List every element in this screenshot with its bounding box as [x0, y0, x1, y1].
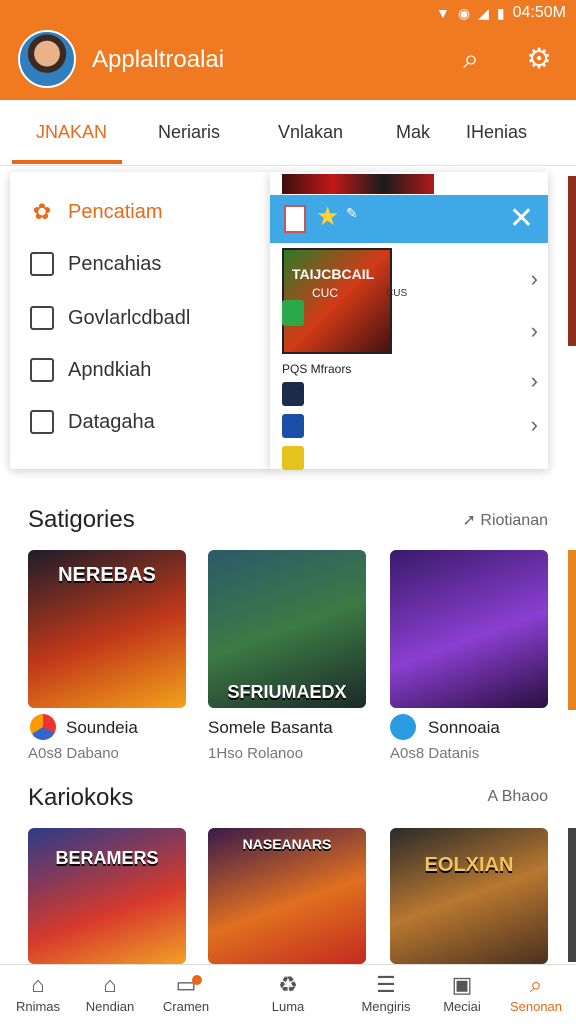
card-art-text: NEREBAS [58, 564, 156, 586]
status-bar: ▼ ◉ ◢ ▮ 04:50M [436, 4, 566, 22]
search-icon[interactable]: ⌕ [454, 42, 488, 76]
tab-1[interactable]: JNAKAN [36, 122, 107, 143]
lamp-button[interactable] [282, 446, 304, 470]
popup-header: ★ ✎ ✕ [270, 195, 548, 243]
recycle-icon: ♻ [278, 972, 298, 997]
active-tab-indicator [12, 160, 122, 164]
bag-icon: ▣ [451, 972, 473, 997]
see-more-link[interactable]: ➚ Riotianan [463, 510, 548, 530]
game-card[interactable] [390, 550, 548, 708]
wifi-icon: ▼ [436, 5, 450, 21]
menu-item[interactable]: Datagaha [30, 410, 155, 434]
game-button[interactable] [282, 300, 304, 326]
notification-badge [192, 975, 202, 985]
location-icon: ◉ [457, 4, 471, 21]
game-card[interactable]: EOLXIAN [390, 828, 548, 964]
publisher-icon [30, 714, 56, 740]
tab-4[interactable]: Mak [396, 122, 430, 143]
tab-2[interactable]: Neriaris [158, 122, 220, 143]
battery-icon: ▮ [496, 4, 505, 21]
chevron-right-icon[interactable]: › [531, 412, 538, 438]
menu-item[interactable]: Apndkiah [30, 358, 151, 382]
publisher-icon [390, 714, 416, 740]
arrow-icon: ➚ [462, 512, 481, 529]
peek-card[interactable] [568, 828, 576, 962]
game-card[interactable]: SFRIUMAEDX [208, 550, 366, 708]
tab-5[interactable]: IHenias [466, 122, 527, 143]
game-subtitle: A0s8 Dabano [28, 745, 119, 762]
game-tag: CUS [386, 288, 408, 299]
house-icon: ⌂ [103, 972, 117, 997]
figure-button[interactable] [282, 414, 304, 438]
menu-item-label: Datagaha [68, 410, 155, 433]
home-icon: ⌂ [31, 972, 45, 997]
app-bar: ▼ ◉ ◢ ▮ 04:50M Applaltroalai ⌕ ⚙ [0, 0, 576, 100]
game-card[interactable]: BERAMERS [28, 828, 186, 964]
search-icon: ⌕ [529, 972, 543, 997]
status-time: 04:50M [512, 4, 566, 21]
section-title: Kariokoks [28, 784, 134, 811]
tab-3[interactable]: Vnlakan [278, 122, 343, 143]
menu-item-label: Apndkiah [68, 358, 152, 381]
star-icon[interactable]: ★ [316, 201, 339, 232]
pin-icon[interactable]: ✎ [346, 205, 358, 222]
game-card[interactable]: NASEANARS [208, 828, 366, 964]
nav-item[interactable]: ♻ Luma [252, 971, 324, 1014]
game-art-subtitle: CUC [312, 286, 338, 300]
peek-card[interactable] [568, 176, 576, 346]
menu-item-label: Pencahias [68, 252, 162, 275]
menu-item-label: Govlarlcdbadl [68, 306, 191, 329]
chat-icon: ▭ [175, 972, 197, 997]
game-card[interactable]: NEREBAS [28, 550, 186, 708]
menu-item-label: Pencatiam [68, 200, 163, 223]
flower-icon: ✿ [32, 199, 52, 224]
banner-image [282, 174, 434, 194]
edit-box-icon [30, 410, 54, 434]
game-art-title: TAIJCBCAIL [292, 266, 375, 282]
peek-card[interactable] [568, 550, 576, 710]
card-art-text: BERAMERS [55, 848, 159, 868]
settings-icon[interactable]: ⚙ [522, 42, 556, 76]
image-icon [30, 252, 54, 276]
nav-item[interactable]: ☰ Mengiris [350, 971, 422, 1014]
chevron-right-icon[interactable]: › [531, 368, 538, 394]
tab-bar: JNAKAN Neriaris Vnlakan Mak IHenias [0, 100, 576, 166]
menu-item[interactable]: Pencahias [30, 252, 161, 276]
bottom-nav: ⌂ Rnimas ⌂ Nendian ▭ Cramen ♻ Luma ☰ Men… [0, 964, 576, 1024]
game-name: Soundeia [66, 718, 138, 737]
list-icon: ☰ [376, 972, 396, 997]
nav-item[interactable]: ⌂ Rnimas [2, 971, 74, 1014]
section-title: Satigories [28, 506, 135, 533]
avatar[interactable] [18, 30, 76, 88]
checkbox-icon [30, 358, 54, 382]
game-name: Somele Basanta [208, 718, 333, 737]
see-more-link[interactable]: A Bhaoo [488, 788, 549, 806]
signal-icon: ◢ [478, 4, 489, 21]
circle-button[interactable] [282, 382, 304, 406]
nav-item[interactable]: ⌕ Senonan [500, 971, 572, 1014]
game-subtitle: A0s8 Datanis [390, 745, 480, 762]
nav-item[interactable]: ▭ Cramen [150, 971, 222, 1014]
game-name: Sonnoaia [428, 718, 500, 737]
chevron-right-icon[interactable]: › [531, 266, 538, 292]
chevron-right-icon[interactable]: › [531, 318, 538, 344]
menu-item[interactable]: ✿ Pencatiam [30, 200, 163, 224]
card-art-text: NASEANARS [242, 836, 332, 852]
list-label: PQS Mfraors [282, 362, 352, 376]
nav-item[interactable]: ▣ Meciai [426, 971, 498, 1014]
game-subtitle: 1Hso Rolanoo [208, 745, 304, 762]
edit-icon [30, 306, 54, 330]
nav-item[interactable]: ⌂ Nendian [74, 971, 146, 1014]
card-art-text: SFRIUMAEDX [227, 682, 347, 702]
app-title: Applaltroalai [92, 46, 225, 73]
app-icon[interactable] [284, 205, 306, 233]
card-art-text: EOLXIAN [424, 854, 514, 876]
menu-item[interactable]: Govlarlcdbadl [30, 306, 190, 330]
dropdown-menu: ✿ Pencatiam Pencahias Govlarlcdbadl Apnd… [10, 172, 272, 469]
popup-panel: ★ ✎ ✕ TAIJCBCAIL CUC CUS PQS Mfraors › ›… [270, 172, 548, 470]
close-icon[interactable]: ✕ [509, 201, 534, 236]
